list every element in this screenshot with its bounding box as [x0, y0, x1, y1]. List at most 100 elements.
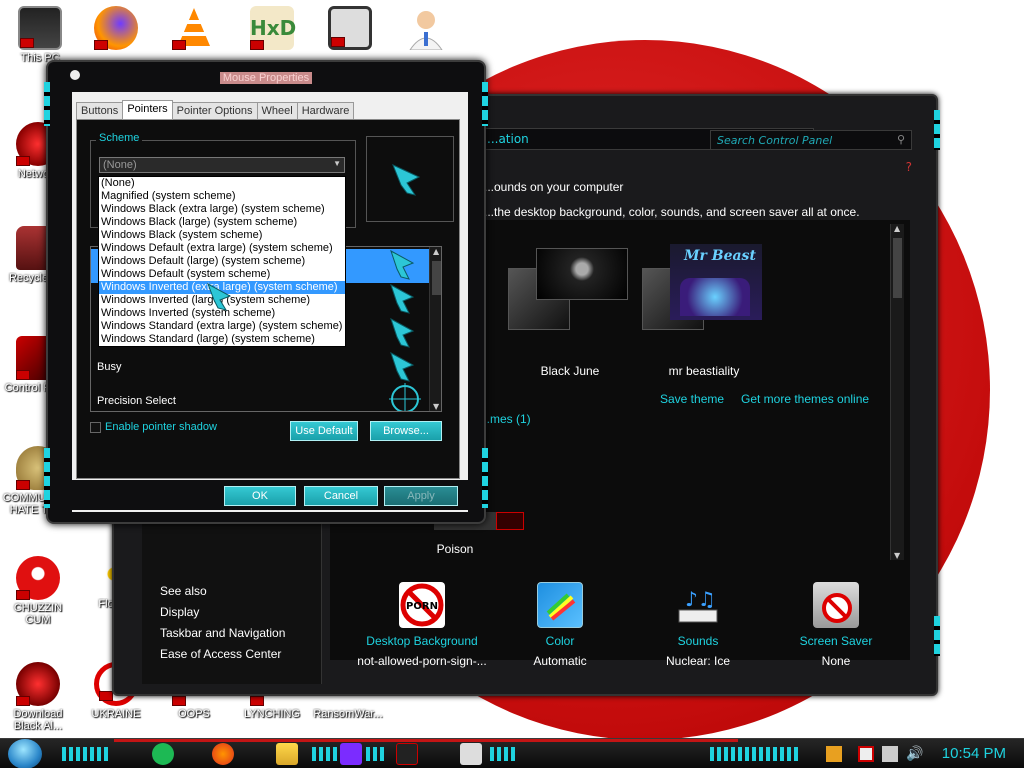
shortcut-arrow-icon [172, 696, 186, 706]
theme-black-june-wallpaper[interactable] [536, 248, 628, 300]
cancel-button[interactable]: Cancel [304, 486, 378, 506]
desktop-icon-vlc[interactable] [156, 6, 232, 50]
monitor-icon [18, 6, 62, 50]
shortcut-arrow-icon [16, 590, 30, 600]
cursor-list-scrollbar[interactable]: ▲ ▼ [429, 247, 441, 411]
scroll-down-icon[interactable]: ▼ [894, 551, 900, 560]
search-icon[interactable]: ⚲ [897, 133, 905, 146]
taskbar-clock[interactable]: 10:54 PM [942, 745, 1006, 762]
ok-button[interactable]: OK [224, 486, 296, 506]
scrollbar-thumb[interactable] [432, 261, 441, 295]
shortcut-arrow-icon [16, 156, 30, 166]
help-icon[interactable]: ? [906, 160, 912, 174]
taskbar-file-explorer-icon[interactable] [276, 743, 298, 765]
not-allowed-sign-icon: PORN [399, 582, 445, 628]
screen-saver-label[interactable]: Screen Saver [766, 634, 906, 648]
scheme-option[interactable]: Windows Default (large) (system scheme) [99, 255, 345, 268]
desktop-icon-doctor[interactable] [388, 6, 464, 51]
scheme-option[interactable]: Windows Black (large) (system scheme) [99, 216, 345, 229]
desktop-icon-this-pc[interactable]: This PC [2, 6, 78, 64]
taskbar-mouse-icon[interactable] [460, 743, 482, 765]
shortcut-arrow-icon [331, 37, 345, 47]
shortcut-arrow-icon [250, 696, 264, 706]
window-glow-accent [934, 110, 940, 150]
tray-volume-icon[interactable]: 🔊 [906, 746, 923, 762]
tab-wheel[interactable]: Wheel [256, 102, 298, 120]
cursor-row-busy[interactable]: Busy [97, 361, 121, 373]
color-item[interactable]: Color Automatic [490, 582, 630, 668]
taskbar-search-icon[interactable] [340, 743, 362, 765]
taskbar-personalization-icon[interactable] [396, 743, 418, 765]
scheme-option[interactable]: Windows Black (extra large) (system sche… [99, 203, 345, 216]
desktop-background-label[interactable]: Desktop Background [352, 634, 492, 648]
tab-hardware[interactable]: Hardware [296, 102, 355, 120]
scheme-option[interactable]: Windows Black (system scheme) [99, 229, 345, 242]
save-theme-link[interactable]: Save theme [660, 392, 724, 406]
scheme-dropdown-list[interactable]: (None) Magnified (system scheme) Windows… [98, 176, 346, 347]
theme-mr-beastiality-wallpaper[interactable]: Mr Beast [670, 244, 762, 320]
sounds-item[interactable]: ♪♫ Sounds Nuclear: Ice [628, 582, 768, 668]
scheme-label: Scheme [96, 132, 143, 144]
color-palette-icon [537, 582, 583, 628]
screen-saver-item[interactable]: Screen Saver None [766, 582, 906, 668]
window-glow-accent [44, 448, 50, 508]
tab-pointers[interactable]: Pointers [122, 100, 173, 120]
tray-app-icon[interactable] [826, 746, 842, 762]
busy-cursor-icon [390, 351, 415, 382]
browse-button[interactable]: Browse... [370, 421, 442, 441]
tab-buttons[interactable]: Buttons [76, 102, 124, 120]
window-glow-accent [934, 616, 940, 656]
theme-mr-beastiality-label[interactable]: mr beastiality [642, 364, 766, 378]
scroll-up-icon[interactable]: ▲ [433, 247, 439, 256]
enable-shadow-label[interactable]: Enable pointer shadow [105, 421, 217, 433]
taskbar-spotify-icon[interactable] [152, 743, 174, 765]
see-also-taskbar-link[interactable]: Taskbar and Navigation [160, 626, 285, 640]
installed-themes-header[interactable]: ...mes (1) [480, 412, 531, 426]
shortcut-arrow-icon [20, 38, 34, 48]
desktop-icon-label: LYNCHING [243, 708, 301, 720]
scheme-option[interactable]: Windows Standard (large) (system scheme) [99, 333, 345, 346]
get-more-themes-link[interactable]: Get more themes online [741, 392, 869, 406]
desktop-icon-hxd[interactable]: HxD [234, 6, 310, 50]
scheme-option[interactable]: Windows Default (extra large) (system sc… [99, 242, 345, 255]
chevron-down-icon: ▼ [333, 159, 341, 168]
tab-pointer-options[interactable]: Pointer Options [171, 102, 258, 120]
scrollbar-thumb[interactable] [893, 238, 902, 298]
shortcut-arrow-icon [250, 40, 264, 50]
desktop-background-item[interactable]: PORN Desktop Background not-allowed-porn… [352, 582, 492, 668]
maze-icon [328, 6, 372, 50]
screen-saver-monitor-icon [813, 582, 859, 628]
color-label[interactable]: Color [490, 634, 630, 648]
desktop-icon-label: RansomWar... [313, 708, 383, 720]
scheme-select[interactable]: (None) ▼ [99, 157, 345, 173]
enable-shadow-checkbox[interactable] [90, 421, 101, 433]
taskbar-glow [62, 747, 108, 761]
desktop-icon-firefox[interactable] [78, 6, 154, 50]
theme-black-june-label[interactable]: Black June [508, 364, 632, 378]
theme-poison-label[interactable]: Poison [410, 542, 500, 556]
taskbar-firefox-icon[interactable] [212, 743, 234, 765]
enable-shadow-row[interactable]: Enable pointer shadow [90, 421, 217, 433]
desktop-icon-chuzzin[interactable]: CHUZZIN CUM [0, 556, 76, 626]
search-input[interactable]: Search Control Panel ⚲ [710, 130, 912, 150]
see-also-display-link[interactable]: Display [160, 605, 285, 619]
scroll-down-icon[interactable]: ▼ [433, 402, 439, 411]
start-button[interactable] [8, 739, 42, 768]
see-also-ease-of-access-link[interactable]: Ease of Access Center [160, 647, 285, 661]
theme-poison-wallpaper[interactable] [496, 512, 524, 530]
crosshair-cursor-icon [389, 383, 421, 411]
themes-scrollbar[interactable]: ▲ ▼ [890, 224, 904, 560]
cursor-row-precision-select[interactable]: Precision Select [97, 395, 176, 407]
scheme-option[interactable]: Windows Standard (extra large) (system s… [99, 320, 345, 333]
tray-flag-icon[interactable] [858, 746, 874, 762]
desktop-icon-app[interactable] [312, 6, 388, 50]
sounds-label[interactable]: Sounds [628, 634, 768, 648]
tray-network-icon[interactable] [882, 746, 898, 762]
alien-ware-icon [16, 662, 60, 706]
apply-button[interactable]: Apply [384, 486, 458, 506]
use-default-button[interactable]: Use Default [290, 421, 358, 441]
scroll-up-icon[interactable]: ▲ [894, 224, 900, 233]
scheme-option[interactable]: Magnified (system scheme) [99, 190, 345, 203]
scheme-option[interactable]: (None) [99, 177, 345, 190]
desktop-icon-download[interactable]: Download Black Al... [0, 662, 76, 732]
